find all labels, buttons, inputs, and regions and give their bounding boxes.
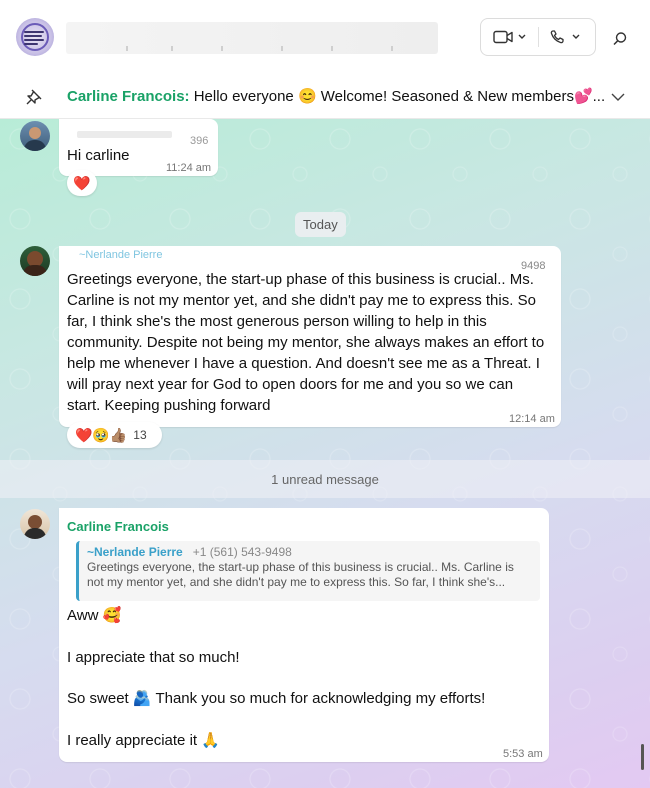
redaction-mark — [391, 46, 393, 51]
message-line: So sweet 🫂 Thank you so much for acknowl… — [67, 690, 486, 707]
avatar-face — [29, 127, 41, 139]
video-icon — [493, 30, 526, 44]
redaction-mark — [221, 46, 223, 51]
phone-icon — [550, 30, 580, 44]
group-avatar[interactable] — [16, 18, 54, 56]
redaction-mark — [171, 46, 173, 51]
reaction-pill[interactable]: ❤️🥹👍🏽 13 — [67, 422, 162, 448]
pin-icon — [26, 89, 42, 105]
divider — [538, 27, 539, 47]
pin-button[interactable] — [24, 87, 44, 107]
message-bubble[interactable]: 396 Hi carline 11:24 am — [59, 119, 218, 176]
sender-phone-partial: 396 — [190, 135, 209, 147]
voice-call-button[interactable] — [545, 27, 589, 47]
call-buttons — [480, 18, 596, 56]
message-line: I really appreciate it 🙏 — [67, 732, 220, 749]
chat-header — [0, 0, 650, 77]
message-time: 5:53 am — [503, 748, 543, 760]
scrollbar-thumb[interactable] — [641, 744, 644, 770]
message-line: I appreciate that so much! — [67, 649, 240, 666]
video-call-button[interactable] — [489, 27, 533, 47]
unread-label: 1 unread message — [271, 471, 379, 487]
avatar-line — [24, 39, 44, 41]
reaction-emojis: ❤️🥹👍🏽 — [75, 426, 128, 443]
message-text: Hi carline — [67, 147, 130, 164]
message-sender: ~Nerlande Pierre — [79, 250, 163, 258]
message-sender: Carline Francois — [67, 519, 169, 534]
pinned-message-bar[interactable]: Carline Francois: Hello everyone 😊 Welco… — [0, 76, 650, 119]
message-time: 12:14 am — [509, 413, 555, 425]
chevron-down-icon — [611, 93, 625, 101]
pinned-sender: Carline Francois: — [67, 88, 190, 105]
avatar-line — [24, 31, 44, 33]
unread-divider: 1 unread message — [0, 460, 650, 498]
quote-sender: ~Nerlande Pierre — [87, 545, 183, 559]
avatar-line — [24, 43, 38, 45]
search-icon — [613, 32, 627, 46]
redaction-mark — [126, 46, 128, 51]
pinned-text: Carline Francois: Hello everyone 😊 Welco… — [67, 87, 605, 105]
avatar-body — [23, 265, 47, 276]
quote-phone: +1 (561) 543-9498 — [192, 545, 292, 559]
date-divider: Today — [295, 212, 346, 237]
reaction-pill[interactable]: ❤️ — [67, 170, 97, 196]
avatar-body — [24, 528, 46, 539]
redaction-mark — [331, 46, 333, 51]
chat-area[interactable]: 396 Hi carline 11:24 am ❤️ Today ~Nerlan… — [0, 119, 650, 788]
avatar-face — [28, 515, 42, 529]
quote-text: Greetings everyone, the start-up phase o… — [87, 560, 514, 589]
avatar-line — [24, 35, 42, 37]
redaction-mark — [281, 46, 283, 51]
reaction-emoji: ❤️ — [73, 174, 91, 191]
chat-title-redacted[interactable] — [66, 22, 438, 54]
message-bubble[interactable]: ~Nerlande Pierre 9498 Greetings everyone… — [59, 246, 561, 427]
reaction-count: 13 — [133, 428, 147, 442]
message-time: 11:24 am — [166, 162, 212, 174]
message-text: Greetings everyone, the start-up phase o… — [67, 271, 545, 414]
avatar[interactable] — [20, 509, 50, 539]
avatar-ring — [21, 23, 49, 51]
avatar[interactable] — [20, 246, 50, 276]
avatar-body — [24, 140, 46, 151]
pinned-message: Hello everyone 😊 Welcome! Seasoned & New… — [189, 88, 606, 105]
pinned-expand-button[interactable] — [608, 87, 628, 107]
redacted-sender — [77, 131, 172, 138]
message-line: Aww 🥰 — [67, 607, 122, 624]
avatar[interactable] — [20, 121, 50, 151]
quoted-message[interactable]: ~Nerlande Pierre +1 (561) 543-9498 Greeti… — [76, 541, 540, 601]
search-button[interactable] — [609, 28, 631, 50]
